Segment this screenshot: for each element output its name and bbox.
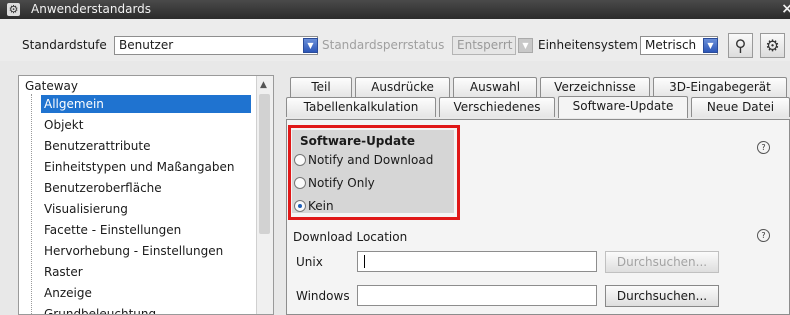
tab-verschiedenes[interactable]: Verschiedenes <box>439 97 555 117</box>
unix-label: Unix <box>296 255 323 269</box>
tree-item-allgemein[interactable]: Allgemein <box>41 95 251 113</box>
tab-auswahl[interactable]: Auswahl <box>453 77 537 97</box>
lock-status-combo: Entsperrt <box>452 36 516 55</box>
standard-level-dropdown-icon[interactable]: ▼ <box>303 38 318 53</box>
unix-path-input[interactable] <box>357 251 597 272</box>
tab-ausdruecke[interactable]: Ausdrücke <box>355 77 450 97</box>
tree-item-objekt[interactable]: Objekt <box>41 116 251 134</box>
window-title: Anwenderstandards <box>31 2 152 16</box>
settings-app-icon: ⚙ <box>7 3 20 16</box>
tree-item-grundbeleuchtung[interactable]: Grundbeleuchtung <box>41 305 251 314</box>
lock-status-label: Standardsperrstatus <box>322 38 445 52</box>
download-help-icon[interactable]: ? <box>757 229 770 242</box>
scroll-thumb[interactable] <box>259 94 270 234</box>
category-tree[interactable]: Gateway Allgemein Objekt Benutzerattribu… <box>18 75 274 315</box>
download-location-title: Download Location <box>293 230 408 244</box>
tab-neue-datei[interactable]: Neue Datei <box>691 97 790 117</box>
tree-root-gateway[interactable]: Gateway <box>25 79 78 93</box>
binoculars-icon[interactable]: ⚲ <box>728 33 753 58</box>
lock-status-value: Entsperrt <box>457 38 513 52</box>
tab-verzeichnisse[interactable]: Verzeichnisse <box>540 77 650 97</box>
tree-item-facette[interactable]: Facette - Einstellungen <box>41 221 251 239</box>
title-bar: ⚙ Anwenderstandards × <box>0 0 790 19</box>
windows-browse-button[interactable]: Durchsuchen... <box>605 285 719 307</box>
defaults-toolbar: Standardstufe Benutzer ▼ Standardsperrst… <box>0 19 790 61</box>
units-value: Metrisch <box>645 38 697 52</box>
tab-teil[interactable]: Teil <box>290 77 352 97</box>
tab-tabellenkalkulation[interactable]: Tabellenkalkulation <box>286 97 436 117</box>
tree-item-einheitstypen[interactable]: Einheitstypen und Maßangaben <box>41 158 251 176</box>
standard-level-combo[interactable]: Benutzer <box>114 36 318 55</box>
tree-item-anzeige[interactable]: Anzeige <box>41 284 251 302</box>
text-caret <box>364 255 365 268</box>
unix-browse-button: Durchsuchen... <box>605 251 719 273</box>
tree-item-hervorhebung[interactable]: Hervorhebung - Einstellungen <box>41 242 251 260</box>
close-icon[interactable]: × <box>781 1 790 17</box>
tab-software-update[interactable]: Software-Update <box>558 96 688 118</box>
windows-label: Windows <box>296 289 350 303</box>
highlight-frame <box>288 125 460 220</box>
units-label: Einheitensystem <box>538 38 638 52</box>
tree-item-benutzeroberflaeche[interactable]: Benutzeroberfläche <box>41 179 251 197</box>
tree-connector <box>31 94 32 314</box>
tree-scrollbar[interactable]: ▲ <box>256 76 273 314</box>
standard-level-label: Standardstufe <box>22 38 107 52</box>
tree-item-raster[interactable]: Raster <box>41 263 251 281</box>
help-icon[interactable]: ? <box>757 141 770 154</box>
gear-icon[interactable]: ⚙ <box>760 33 785 58</box>
tree-item-visualisierung[interactable]: Visualisierung <box>41 200 251 218</box>
tab-3d-eingabegeraet[interactable]: 3D-Eingabegerät <box>653 77 787 97</box>
lock-status-dropdown-icon: ▼ <box>518 38 533 53</box>
scroll-up-icon[interactable]: ▲ <box>260 80 267 90</box>
windows-path-input[interactable] <box>357 285 597 306</box>
units-dropdown-icon[interactable]: ▼ <box>703 38 718 53</box>
standard-level-value: Benutzer <box>119 38 174 52</box>
tree-item-benutzerattribute[interactable]: Benutzerattribute <box>41 137 251 155</box>
